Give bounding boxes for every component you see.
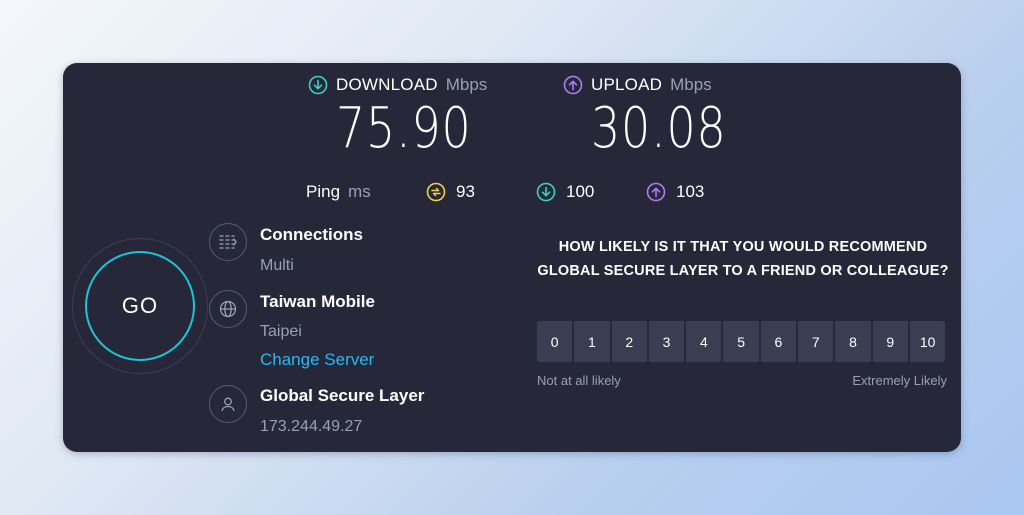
download-unit: Mbps [445,75,488,94]
ping-label-group: Ping ms [306,181,371,203]
rating-option-6[interactable]: 6 [760,321,797,362]
upload-metric: UPLOAD Mbps 30.08 [563,75,756,161]
connections-title: Connections [260,225,363,244]
go-button[interactable]: GO [85,251,195,361]
rating-scale: 0 1 2 3 4 5 6 7 8 9 10 [537,321,946,362]
scale-low-label: Not at all likely [537,373,621,388]
server-location: Taipei [260,323,302,340]
rating-option-1[interactable]: 1 [574,321,610,362]
download-metric: DOWNLOAD Mbps 75.90 [308,75,501,161]
arrow-down-circle-icon [308,75,328,95]
rating-option-4[interactable]: 4 [686,321,722,362]
scale-high-label: Extremely Likely [852,373,947,388]
connections-value: Multi [260,257,294,274]
survey-question: HOW LIKELY IS IT THAT YOU WOULD RECOMMEN… [537,239,949,279]
provider-ip: 173.244.49.27 [260,418,363,435]
rating-option-7[interactable]: 7 [798,321,834,362]
provider-title: Global Secure Layer [260,386,425,405]
rating-option-10[interactable]: 10 [909,321,946,362]
download-label: DOWNLOAD [336,75,438,94]
arrow-up-circle-icon [646,182,666,202]
arrow-up-circle-icon [563,75,583,95]
ping-download: 100 [536,181,594,203]
change-server-link[interactable]: Change Server [260,350,374,370]
upload-label: UPLOAD [591,75,663,94]
ping-upload-value: 103 [676,182,705,201]
ping-unit: ms [348,182,371,201]
rating-option-5[interactable]: 5 [723,321,759,362]
user-icon [209,385,247,423]
ping-download-value: 100 [566,182,595,201]
globe-icon [209,290,247,328]
speedtest-card: DOWNLOAD Mbps 75.90 UPLOAD Mbps 30.08 Pi… [63,63,961,452]
ping-label: Ping [306,182,341,201]
jitter-circle-icon [426,182,446,202]
upload-value: 30.08 [591,96,727,161]
rating-option-0[interactable]: 0 [537,321,573,362]
ping-idle: 93 [426,181,475,203]
connections-icon [209,223,247,261]
ping-upload: 103 [646,181,704,203]
rating-option-9[interactable]: 9 [872,321,908,362]
arrow-down-circle-icon [536,182,556,202]
ping-idle-value: 93 [456,182,475,201]
rating-option-8[interactable]: 8 [835,321,871,362]
rating-option-2[interactable]: 2 [611,321,647,362]
upload-unit: Mbps [670,75,712,94]
rating-option-3[interactable]: 3 [648,321,685,362]
download-value: 75.90 [336,96,472,161]
server-title: Taiwan Mobile [260,292,375,311]
